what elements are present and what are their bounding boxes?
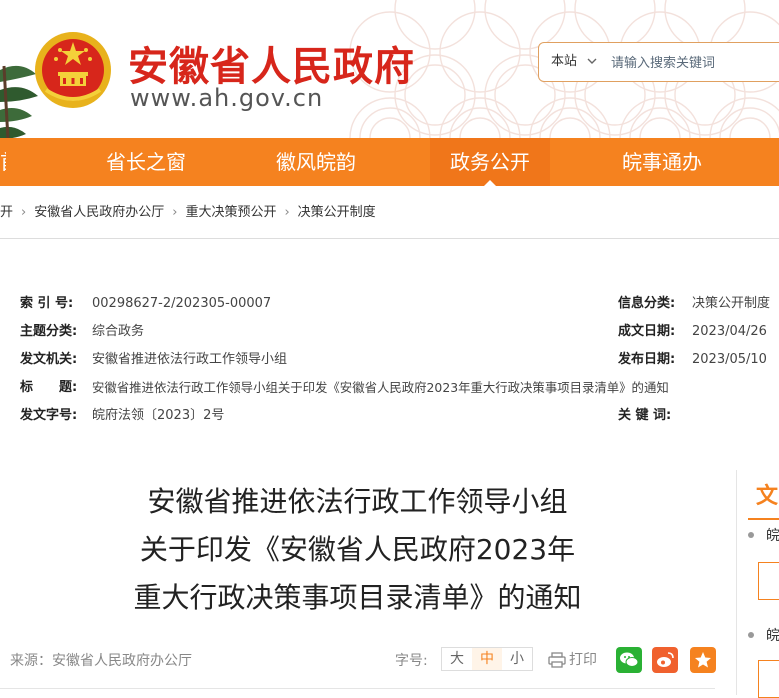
nav-item-governor[interactable]: 省长之窗 [88,138,204,186]
article-title-line: 关于印发《安徽省人民政府2023年 [139,533,576,566]
sidebar-heading-rule [748,518,779,520]
meta-row: 标 题: 安徽省推进依法行政工作领导小组关于印发《安徽省人民政府2023年重大行… [0,374,779,402]
breadcrumb-item[interactable]: 安徽省人民政府办公厅 [34,194,164,232]
article-toolbar: 来源：安徽省人民政府办公厅 字号: 大 中 小 打印 [0,644,720,678]
breadcrumb-separator: › [284,205,290,220]
meta-value: 综合政务 [92,324,145,339]
sidebar-link[interactable]: 皖 [766,525,779,545]
font-size-switcher: 大 中 小 [441,647,533,671]
nav-item-services[interactable]: 皖事通办 [604,138,720,186]
site-url: www.ah.gov.cn [130,84,324,112]
meta-label: 信息分类: [618,296,676,311]
meta-label: 发文机关: [20,352,78,367]
font-size-small-button[interactable]: 小 [502,648,532,670]
article-source: 来源：安徽省人民政府办公厅 [10,653,192,669]
chevron-down-icon[interactable] [587,57,597,65]
sidebar-divider [736,470,737,695]
divider [0,238,779,239]
sidebar-card[interactable] [758,562,779,600]
national-emblem-icon [35,32,111,108]
print-button[interactable]: 打印 [548,647,597,673]
meta-value: 2023/04/26 [692,324,767,339]
meta-value: 皖府法领〔2023〕2号 [92,408,225,423]
meta-label: 索 引 号: [20,296,74,311]
meta-row: 发文机关: 安徽省推进依法行政工作领导小组 发布日期: 2023/05/10 [0,346,779,374]
sidebar-heading: 文 [756,484,779,509]
breadcrumb-separator: › [21,205,27,220]
meta-value: 安徽省推进依法行政工作领导小组关于印发《安徽省人民政府2023年重大行政决策事项… [92,380,669,395]
search-box: 本站 [538,42,779,82]
share-wechat-button[interactable] [616,647,642,673]
share-weibo-button[interactable] [652,647,678,673]
nav-item-culture[interactable]: 徽风皖韵 [258,138,374,186]
breadcrumb-item[interactable]: 重大决策预公开 [185,194,276,232]
sidebar-link[interactable]: 皖 [766,625,779,645]
meta-label: 关 键 词: [618,408,672,423]
wechat-icon [620,652,639,667]
document-meta-table: 索 引 号: 00298627-2/202305-00007 信息分类: 决策公… [0,288,779,438]
bullet-icon [748,532,754,538]
meta-label: 发布日期: [618,352,676,367]
divider [0,688,715,689]
article-title: 安徽省推进依法行政工作领导小组 关于印发《安徽省人民政府2023年 重大行政决策… [0,478,715,622]
breadcrumb-item[interactable]: 开 [0,194,13,232]
breadcrumb-item[interactable]: 决策公开制度 [298,194,376,232]
meta-value: 00298627-2/202305-00007 [92,296,272,311]
printer-icon [548,652,566,668]
article-title-line: 安徽省推进依法行政工作领导小组 [147,485,568,518]
print-label: 打印 [569,652,597,668]
breadcrumb-separator: › [172,205,178,220]
bullet-icon [748,632,754,638]
meta-label: 标 题: [20,380,78,395]
main-nav: 首 省长之窗 徽风皖韵 政务公开 皖事通办 [0,138,779,186]
meta-value: 安徽省推进依法行政工作领导小组 [92,352,288,367]
star-icon [695,652,711,668]
breadcrumb: 开 › 安徽省人民政府办公厅 › 重大决策预公开 › 决策公开制度 [0,194,779,234]
nav-item-gov-affairs[interactable]: 政务公开 [430,138,550,186]
weibo-icon [657,652,674,667]
sidebar-card[interactable] [758,660,779,698]
meta-value: 2023/05/10 [692,352,767,367]
search-scope-select[interactable]: 本站 [551,43,577,81]
font-size-large-button[interactable]: 大 [442,648,472,670]
favorite-button[interactable] [690,647,716,673]
meta-label: 发文字号: [20,408,78,423]
meta-row: 发文字号: 皖府法领〔2023〕2号 关 键 词: [0,402,779,430]
meta-row: 索 引 号: 00298627-2/202305-00007 信息分类: 决策公… [0,290,779,318]
article-title-line: 重大行政决策事项目录清单》的通知 [133,581,582,614]
site-header: 安徽省人民政府 www.ah.gov.cn 本站 [0,0,779,138]
search-input[interactable] [609,47,779,79]
font-size-label: 字号: [395,653,428,669]
meta-label: 成文日期: [618,324,676,339]
meta-row: 主题分类: 综合政务 成文日期: 2023/04/26 [0,318,779,346]
font-size-medium-button[interactable]: 中 [472,648,502,670]
meta-value: 决策公开制度 [692,296,771,311]
nav-item-partial[interactable]: 首 [0,138,6,186]
meta-label: 主题分类: [20,324,78,339]
